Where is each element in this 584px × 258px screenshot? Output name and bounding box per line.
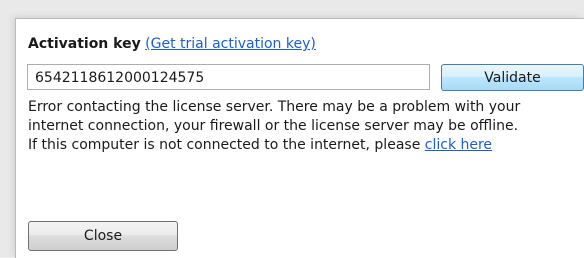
activation-heading: Activation key (Get trial activation key… [28, 35, 316, 53]
activation-key-input[interactable] [27, 64, 430, 90]
error-line-3: If this computer is not connected to the… [28, 136, 584, 155]
activation-dialog: Activation key (Get trial activation key… [15, 18, 584, 258]
get-trial-key-link[interactable]: (Get trial activation key) [145, 36, 316, 52]
activation-key-label: Activation key [28, 36, 141, 52]
window-frame: Activation key (Get trial activation key… [0, 0, 584, 258]
error-message: Error contacting the license server. The… [28, 98, 584, 155]
click-here-link[interactable]: click here [425, 137, 492, 153]
close-button[interactable]: Close [28, 221, 178, 251]
error-line-1: Error contacting the license server. The… [28, 99, 521, 115]
error-line-3-text: If this computer is not connected to the… [28, 137, 425, 153]
error-line-2: internet connection, your firewall or th… [28, 118, 519, 134]
validate-button[interactable]: Validate [441, 64, 584, 91]
